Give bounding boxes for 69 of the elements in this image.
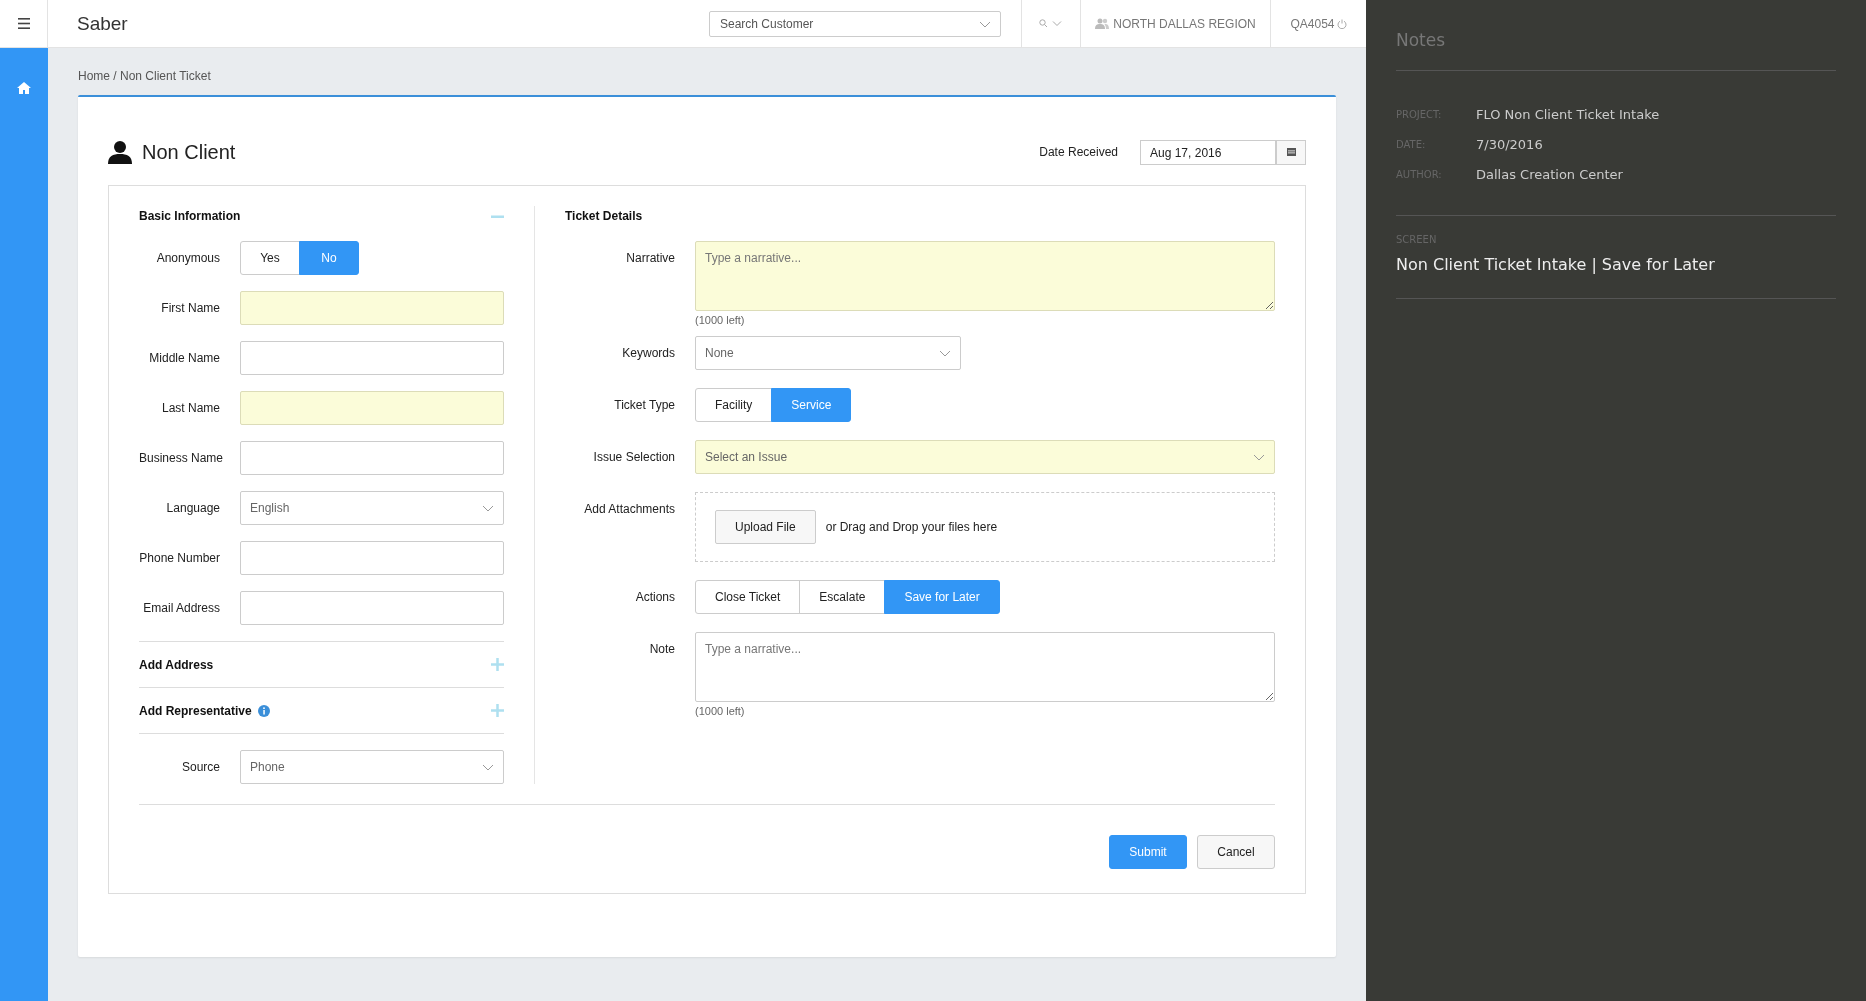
section-title: Add Address [139, 657, 214, 672]
toggle-option[interactable]: Close Ticket [695, 580, 801, 614]
users-icon [1095, 18, 1110, 29]
field-label: Note [648, 641, 675, 658]
meta-value: FLO Non Client Ticket Intake [1476, 106, 1660, 122]
text-field[interactable] [240, 441, 504, 475]
meta-value: 7/30/2016 [1476, 136, 1543, 152]
search-customer-field[interactable]: Search Customer [709, 10, 1001, 37]
calendar-icon [1286, 148, 1296, 156]
search-icon[interactable] [1039, 19, 1063, 28]
narrative-field[interactable]: Type a narrative... [695, 241, 1275, 311]
dropdown-field[interactable]: Phone [240, 750, 504, 784]
field-label: Middle Name [148, 351, 220, 365]
section-title: Basic Information [139, 209, 241, 223]
file-drop-zone[interactable]: Upload File or Drag and Drop your files here [695, 492, 1275, 562]
section-title: Add Representative [139, 703, 252, 718]
expand-icon[interactable] [491, 658, 504, 671]
calendar-button[interactable] [1276, 139, 1306, 165]
text-field[interactable] [240, 541, 504, 575]
breadcrumb: Home / Non Client Ticket [78, 69, 212, 83]
region-selector[interactable]: NORTH DALLAS REGION [1080, 0, 1270, 48]
chevron-down-icon [482, 504, 494, 512]
notes-title: Notes [1396, 30, 1836, 71]
info-icon[interactable] [257, 704, 270, 717]
character-counter: (1000 left) [695, 705, 745, 717]
chevron-down-icon [939, 349, 951, 357]
field-label: First Name [160, 301, 220, 315]
chevron-down-icon [1253, 453, 1265, 461]
field-label: Actions [634, 589, 675, 606]
field-label: Phone Number [139, 551, 220, 565]
drop-hint: or Drag and Drop your files here [825, 520, 998, 534]
field-label: Add Attachments [583, 501, 675, 518]
dropdown-field[interactable]: English [240, 491, 504, 525]
upload-file-button[interactable]: Upload File [715, 510, 816, 544]
text-field[interactable] [240, 591, 504, 625]
page-title: Non Client [142, 140, 236, 164]
text-field[interactable] [240, 291, 504, 325]
field-label: Last Name [160, 401, 220, 415]
text-field[interactable] [240, 341, 504, 375]
toggle-option[interactable]: Facility [695, 388, 773, 422]
date-received-label: Date Received [1039, 145, 1118, 159]
cancel-button[interactable]: Cancel [1197, 835, 1275, 869]
dropdown-field[interactable]: Select an Issue [695, 440, 1275, 474]
field-label: Narrative [625, 250, 675, 267]
chevron-down-icon [979, 20, 991, 28]
chevron-down-icon [482, 763, 494, 771]
screen-name: Non Client Ticket Intake | Save for Later [1396, 255, 1716, 274]
expand-icon[interactable] [491, 704, 504, 717]
meta-value: Dallas Creation Center [1476, 166, 1623, 182]
field-label: Source [180, 760, 220, 774]
field-label: Ticket Type [613, 397, 675, 414]
toggle-option[interactable]: Yes [240, 241, 300, 275]
field-label: Anonymous [155, 251, 220, 265]
app-title: Saber [77, 12, 129, 35]
power-icon [1336, 18, 1347, 29]
field-label: Issue Selection [592, 449, 675, 466]
dropdown-field[interactable]: None [695, 336, 961, 370]
field-label: Language [165, 501, 220, 515]
narrative-field[interactable]: Type a narrative... [695, 632, 1275, 702]
section-title: Ticket Details [565, 209, 643, 223]
field-label: Keywords [621, 345, 675, 362]
menu-icon[interactable] [17, 18, 30, 29]
field-label: Email Address [142, 601, 220, 615]
character-counter: (1000 left) [695, 314, 745, 326]
date-received-field[interactable]: Aug 17, 2016 [1140, 139, 1276, 165]
home-icon[interactable] [17, 82, 31, 94]
toggle-option[interactable]: Escalate [799, 580, 886, 614]
person-icon [108, 140, 132, 164]
text-field[interactable] [240, 391, 504, 425]
